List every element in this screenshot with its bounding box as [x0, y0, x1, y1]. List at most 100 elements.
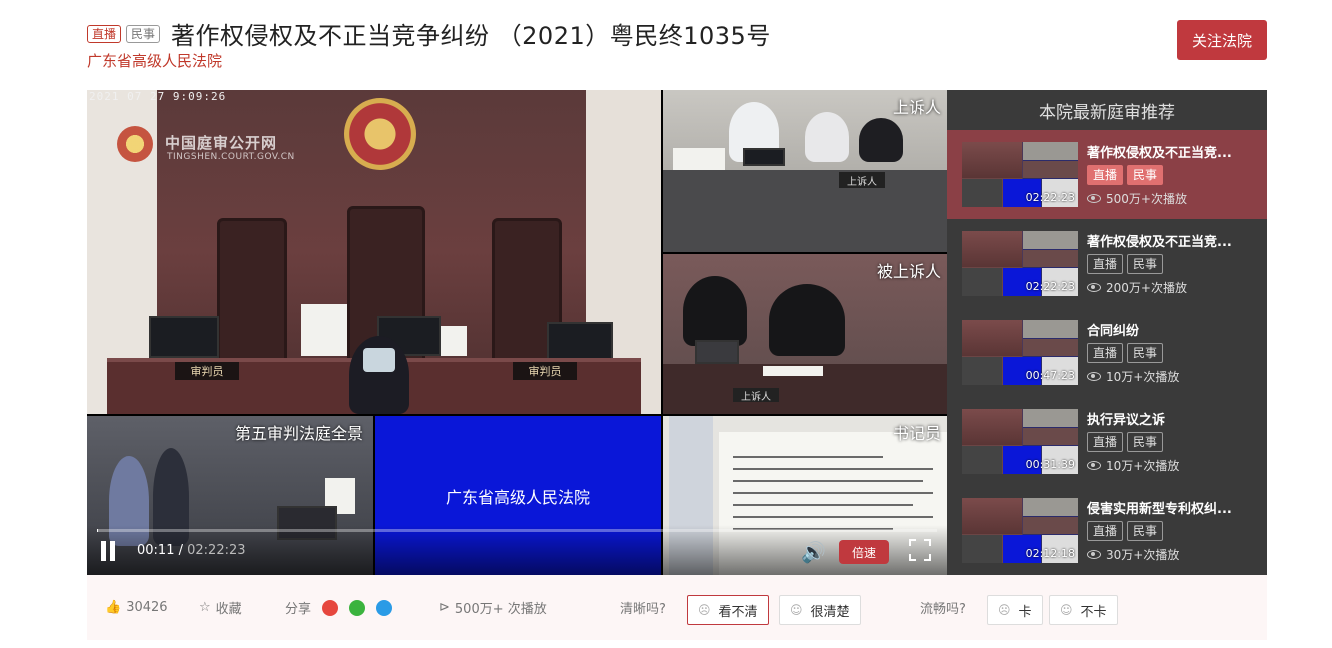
eye-icon	[1087, 372, 1101, 381]
thumbs-up-icon: 👍	[105, 600, 122, 615]
watermark-title: 中国庭审公开网	[165, 134, 278, 152]
judge-chair	[217, 218, 287, 368]
clarity-question: 清晰吗?	[620, 602, 666, 617]
unclear-button[interactable]: ☹ 看不清	[687, 595, 769, 625]
speed-button[interactable]: 倍速	[839, 540, 889, 564]
like-button[interactable]: 👍 30426	[105, 575, 168, 640]
pause-icon[interactable]	[99, 541, 117, 561]
favorite-label: 收藏	[215, 602, 242, 617]
video-thumbnail[interactable]: 02:12:18	[962, 498, 1078, 563]
eye-icon	[1087, 461, 1101, 470]
live-tag: 直播	[1087, 432, 1124, 452]
recommendation-tags: 直播 民事	[1087, 432, 1164, 452]
civil-tag: 民事	[1127, 521, 1164, 541]
follow-court-button[interactable]: 关注法院	[1177, 20, 1267, 60]
sidebar-title: 本院最新庭审推荐	[1039, 102, 1175, 123]
weibo-icon[interactable]	[322, 599, 339, 616]
wechat-icon[interactable]	[349, 599, 366, 616]
progress-fill	[97, 529, 99, 532]
live-tag: 直播	[1087, 165, 1124, 185]
civil-tag: 民事	[1127, 165, 1164, 185]
civil-tag: 民事	[126, 24, 161, 43]
eye-icon	[1087, 194, 1101, 203]
clear-label: 很清楚	[810, 604, 850, 620]
thumbnail-duration: 02:22:23	[1025, 280, 1075, 293]
recommendation-item[interactable]: 00:47:23 合同纠纷直播 民事 10万+次播放	[947, 308, 1267, 397]
appellant-camera-view: 上诉人 上诉人	[663, 90, 947, 252]
like-count: 30426	[126, 600, 168, 615]
appellee-label: 被上诉人	[876, 262, 941, 281]
live-tag: 直播	[1087, 254, 1124, 274]
appellant-label: 上诉人	[892, 98, 941, 117]
court-screen-text: 广东省高级人民法院	[445, 487, 590, 507]
recommendation-item[interactable]: 02:22:23 著作权侵权及不正当竞... 直播 民事 200万+次播放	[947, 219, 1267, 308]
recommendation-tags: 直播 民事	[1087, 343, 1164, 363]
recommendation-tags: 直播 民事	[1087, 254, 1164, 274]
star-icon: ☆	[199, 600, 211, 615]
recommendation-title[interactable]: 侵害实用新型专利权纠...	[1087, 498, 1257, 517]
video-thumbnail[interactable]: 00:47:23	[962, 320, 1078, 385]
view-count: 10万+次播放	[1106, 370, 1180, 384]
live-tag: 直播	[1087, 521, 1124, 541]
favorite-button[interactable]: ☆ 收藏	[199, 575, 242, 640]
court-logo-icon	[117, 126, 153, 162]
play-count-text: 500万+ 次播放	[454, 602, 547, 617]
recommendation-title[interactable]: 著作权侵权及不正当竞...	[1087, 231, 1257, 250]
video-thumbnail[interactable]: 00:31:39	[962, 409, 1078, 474]
sad-face-icon: ☹	[998, 603, 1011, 617]
view-count: 200万+次播放	[1106, 281, 1187, 295]
recommendation-item[interactable]: 00:31:39 执行异议之诉 直播 民事 10万+次播放	[947, 397, 1267, 486]
video-thumbnail[interactable]: 02:22:23	[962, 142, 1078, 207]
eye-icon	[1087, 550, 1101, 559]
live-tag: 直播	[87, 24, 122, 43]
civil-tag: 民事	[1127, 254, 1164, 274]
video-thumbnail[interactable]: 02:22:23	[962, 231, 1078, 296]
recommendation-tags: 直播 民事	[1087, 521, 1164, 541]
recommendation-title[interactable]: 执行异议之诉	[1087, 409, 1257, 428]
court-link[interactable]: 广东省高级人民法院	[87, 50, 222, 71]
thumbnail-duration: 02:12:18	[1025, 547, 1075, 560]
fullscreen-icon[interactable]	[909, 539, 931, 561]
current-time: 00:11	[137, 543, 175, 558]
lag-label: 卡	[1018, 604, 1032, 620]
video-player[interactable]: 审判员 审判员 2021 07 27 9:09:26 中国庭审公开网 TINGS…	[87, 90, 947, 575]
qq-icon[interactable]	[376, 599, 393, 616]
recommendation-views: 10万+次播放	[1087, 457, 1179, 474]
smile-face-icon: ☺	[1060, 603, 1073, 617]
view-count: 10万+次播放	[1106, 459, 1180, 473]
recommendation-views: 200万+次播放	[1087, 279, 1187, 296]
view-count: 30万+次播放	[1106, 548, 1180, 562]
share-group: 分享	[285, 575, 393, 640]
time-display: 00:11 / 02:22:23	[137, 543, 246, 558]
recommendation-item[interactable]: 02:12:18 侵害实用新型专利权纠... 直播 民事 30万+次播放	[947, 486, 1267, 575]
recommendation-views: 10万+次播放	[1087, 368, 1179, 385]
judge-nameplate: 审判员	[513, 362, 577, 380]
appellee-camera-view: 上诉人 被上诉人	[663, 254, 947, 414]
recommendation-title[interactable]: 著作权侵权及不正当竞...	[1087, 142, 1257, 161]
main-camera-view: 审判员 审判员 2021 07 27 9:09:26 中国庭审公开网 TINGS…	[87, 90, 661, 414]
national-emblem-icon	[344, 98, 416, 170]
recommendation-item[interactable]: 02:22:23 著作权侵权及不正当竞... 直播 民事 500万+次播放	[947, 130, 1267, 219]
clerk-label: 书记员	[892, 424, 941, 443]
civil-tag: 民事	[1127, 343, 1164, 363]
appellee-desk-plate: 上诉人	[733, 388, 779, 403]
watermark-url: TINGSHEN.COURT.GOV.CN	[167, 152, 295, 162]
player-controls: 00:11 / 02:22:23 🔊 倍速	[87, 525, 947, 575]
volume-icon[interactable]: 🔊	[801, 540, 826, 564]
mask	[363, 348, 395, 372]
no-lag-button[interactable]: ☺ 不卡	[1049, 595, 1118, 625]
progress-bar[interactable]	[97, 529, 937, 532]
civil-tag: 民事	[1127, 432, 1164, 452]
duration: 02:22:23	[187, 543, 246, 558]
play-count: ⊳ 500万+ 次播放	[439, 575, 547, 640]
bottom-bar: 👍 30426 ☆ 收藏 分享 ⊳ 500万+ 次播放 清晰吗? ☹ 看不清 ☺…	[87, 575, 1267, 640]
live-tag: 直播	[1087, 343, 1124, 363]
clear-button[interactable]: ☺ 很清楚	[779, 595, 861, 625]
recommendation-views: 30万+次播放	[1087, 546, 1179, 563]
thumbnail-duration: 02:22:23	[1025, 191, 1075, 204]
share-label: 分享	[285, 602, 312, 617]
recommendation-title[interactable]: 合同纠纷	[1087, 320, 1257, 339]
unclear-label: 看不清	[718, 604, 758, 620]
lag-button[interactable]: ☹ 卡	[987, 595, 1043, 625]
sad-face-icon: ☹	[698, 603, 711, 617]
